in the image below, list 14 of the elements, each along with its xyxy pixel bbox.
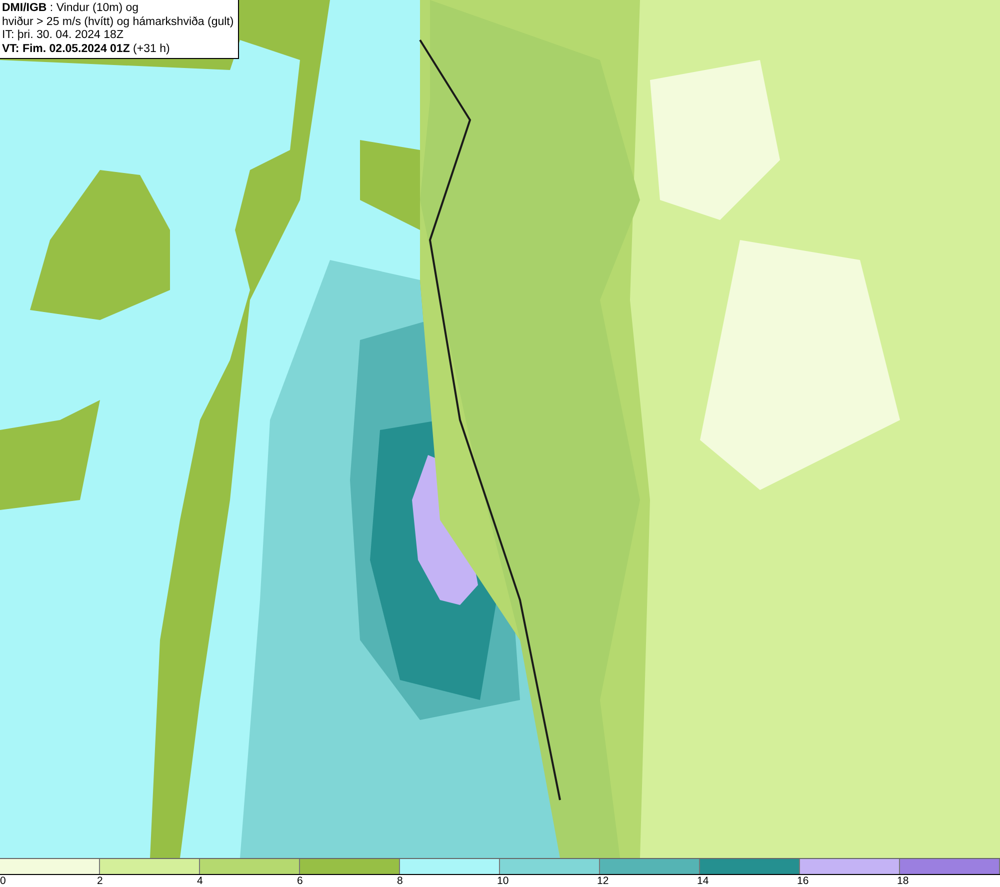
- legend-tick-label: 18: [897, 875, 909, 887]
- legend-tick-label: 2: [97, 875, 103, 887]
- legend-tick-label: 4: [197, 875, 203, 887]
- legend-tick-label: 6: [297, 875, 303, 887]
- legend-tick-label: 10: [497, 875, 509, 887]
- title-line: DMI/IGB : Vindur (10m) og: [2, 2, 140, 16]
- title-line: IT: þri. 30. 04. 2024 18Z: [2, 29, 124, 42]
- title-line: VT: Fim. 02.05.2024 01Z (+31 h): [2, 42, 171, 56]
- legend-tick-label: 8: [397, 875, 403, 887]
- legend-tick-label: 12: [597, 875, 609, 887]
- legend-tick-label: 0: [0, 875, 6, 887]
- legend-tick-label: 16: [797, 875, 809, 887]
- legend-tick-label: 14: [697, 875, 709, 887]
- title-line: hviður > 25 m/s (hvítt) og hámarkshviða (gult): [2, 16, 234, 29]
